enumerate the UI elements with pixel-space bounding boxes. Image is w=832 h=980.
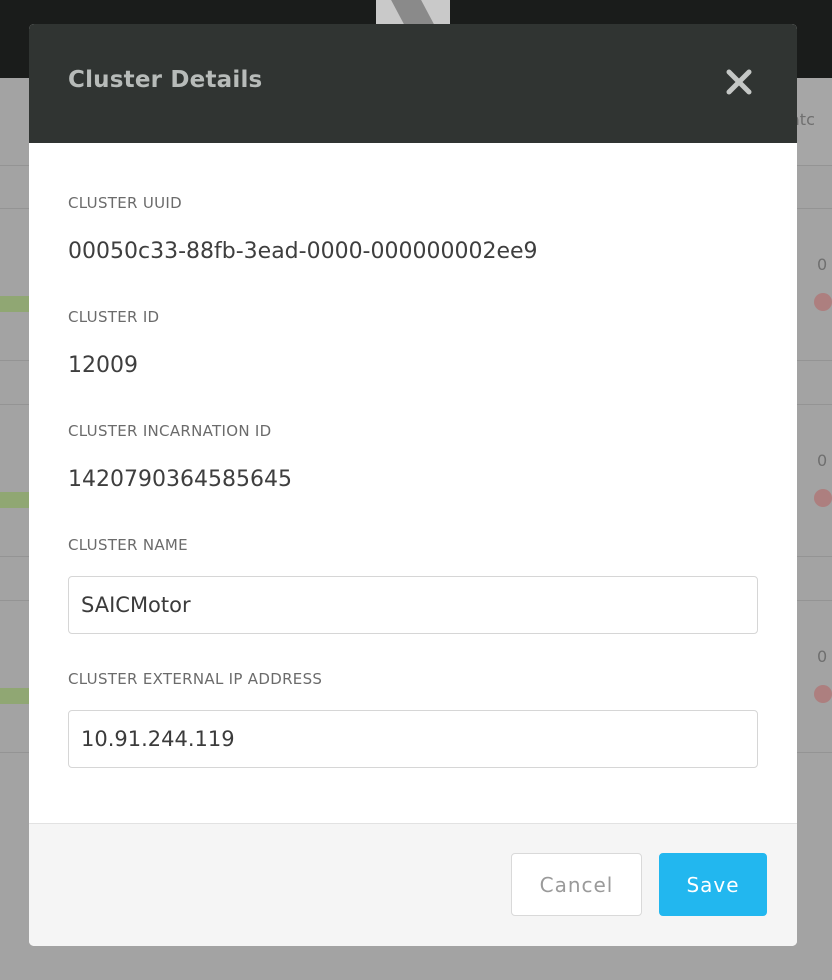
background-status-dot: [814, 293, 832, 311]
cluster-incarnation-id-label: CLUSTER INCARNATION ID: [68, 422, 272, 440]
background-usage-bar: [0, 296, 30, 312]
background-row-value: 0: [817, 255, 828, 274]
dialog-body: CLUSTER UUID 00050c33-88fb-3ead-0000-000…: [29, 143, 797, 823]
app-logo: [376, 0, 450, 26]
background-row-value: 0: [817, 647, 828, 666]
save-button[interactable]: Save: [659, 853, 767, 916]
cluster-name-input[interactable]: [68, 576, 758, 634]
cluster-name-label: CLUSTER NAME: [68, 536, 188, 554]
dialog-header: Cluster Details: [29, 24, 797, 143]
close-icon[interactable]: [721, 64, 757, 100]
cluster-external-ip-label: CLUSTER EXTERNAL IP ADDRESS: [68, 670, 323, 688]
background-row-value: 0: [817, 451, 828, 470]
dialog-footer: Cancel Save: [29, 823, 797, 946]
cluster-incarnation-id-value: 1420790364585645: [68, 467, 292, 492]
cancel-button[interactable]: Cancel: [511, 853, 642, 916]
cluster-details-dialog: Cluster Details CLUSTER UUID 00050c33-88…: [29, 24, 797, 946]
cluster-id-label: CLUSTER ID: [68, 308, 160, 326]
background-status-dot: [814, 489, 832, 507]
background-usage-bar: [0, 688, 30, 704]
cluster-external-ip-input[interactable]: [68, 710, 758, 768]
cluster-id-value: 12009: [68, 353, 138, 378]
cluster-uuid-value: 00050c33-88fb-3ead-0000-000000002ee9: [68, 239, 538, 264]
background-status-dot: [814, 685, 832, 703]
cluster-uuid-label: CLUSTER UUID: [68, 194, 182, 212]
dialog-title: Cluster Details: [68, 67, 263, 93]
background-usage-bar: [0, 492, 30, 508]
